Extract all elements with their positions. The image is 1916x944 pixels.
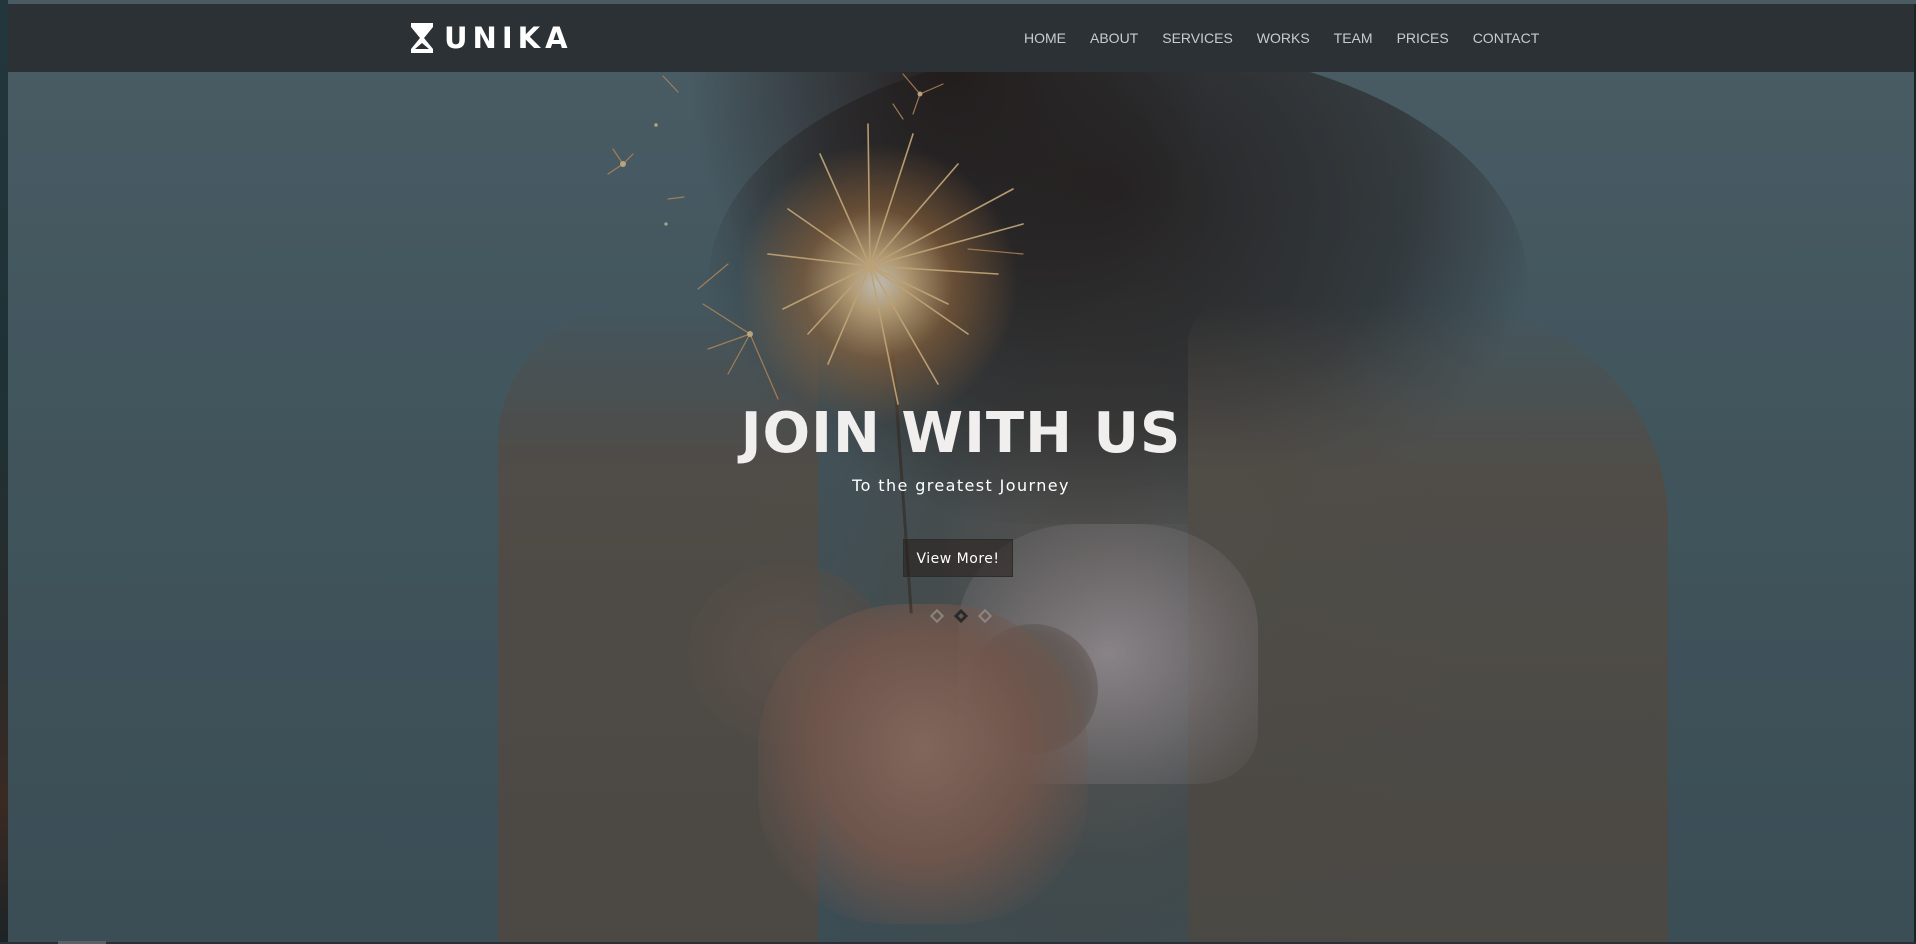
slider-dot-1[interactable]: [929, 608, 945, 624]
nav-item-works[interactable]: WORKS: [1257, 30, 1310, 46]
hero-dark-overlay: [8, 4, 1914, 942]
slider-pagination: [8, 608, 1914, 624]
slider-dot-3[interactable]: [977, 608, 993, 624]
window-left-edge: [0, 0, 8, 944]
nav-item-home[interactable]: HOME: [1024, 30, 1066, 46]
page-viewport: JOIN WITH US To the greatest Journey Vie…: [8, 4, 1914, 942]
main-nav-menu: HOME ABOUT SERVICES WORKS TEAM PRICES CO…: [1024, 4, 1539, 72]
slider-dot-2-active[interactable]: [953, 608, 969, 624]
nav-item-contact[interactable]: CONTACT: [1473, 30, 1540, 46]
top-navbar: UNIKA HOME ABOUT SERVICES WORKS TEAM PRI…: [8, 4, 1914, 72]
hourglass-logo-icon: [411, 23, 433, 53]
brand-logo[interactable]: UNIKA: [410, 21, 573, 55]
hero-subtitle: To the greatest Journey: [852, 476, 1070, 495]
view-more-button[interactable]: View More!: [903, 539, 1013, 577]
brand-logo-text: UNIKA: [444, 21, 573, 55]
nav-item-about[interactable]: ABOUT: [1090, 30, 1138, 46]
nav-item-services[interactable]: SERVICES: [1162, 30, 1233, 46]
hero-title: JOIN WITH US: [740, 401, 1182, 466]
nav-item-team[interactable]: TEAM: [1334, 30, 1373, 46]
nav-item-prices[interactable]: PRICES: [1397, 30, 1449, 46]
